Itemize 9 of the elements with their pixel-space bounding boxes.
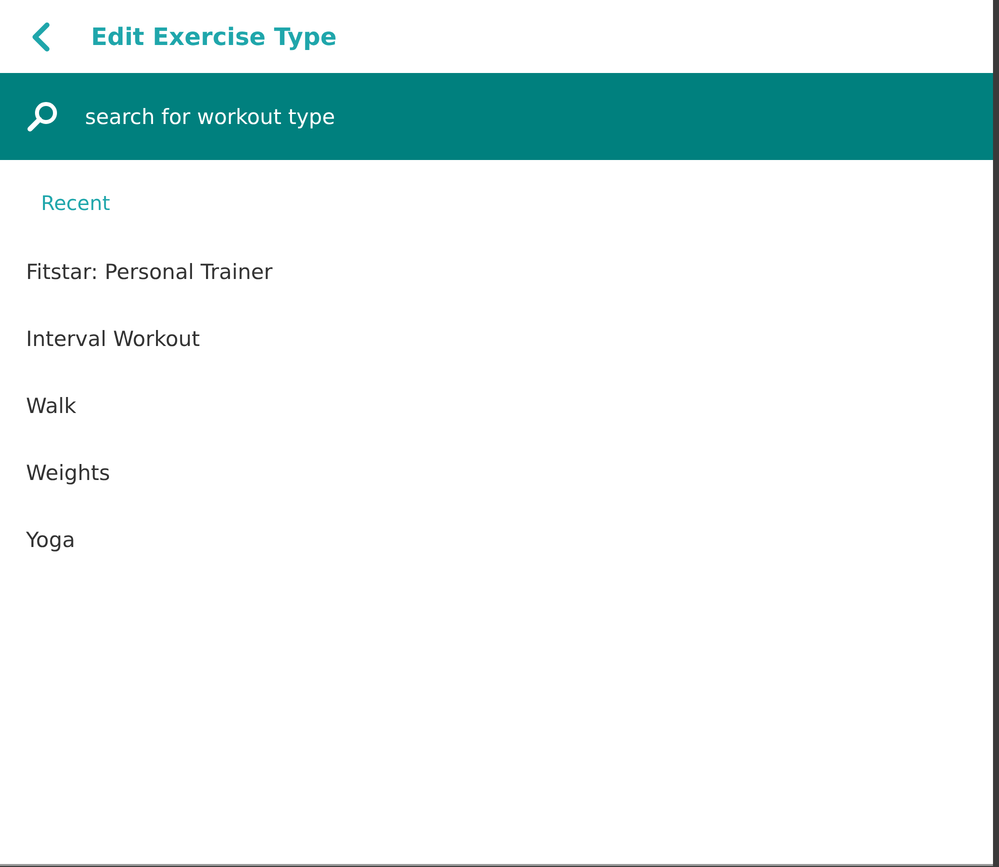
list-item[interactable]: Walk xyxy=(26,394,76,418)
list-item[interactable]: Fitstar: Personal Trainer xyxy=(26,260,273,284)
page-title: Edit Exercise Type xyxy=(91,22,337,50)
list-item[interactable]: Weights xyxy=(26,460,110,484)
list-item[interactable]: Yoga xyxy=(26,528,76,552)
section-heading: Recent xyxy=(40,190,112,216)
search-field[interactable]: search for workout type xyxy=(85,104,685,128)
chevron-left-icon xyxy=(30,22,52,52)
list-item[interactable]: Interval Workout xyxy=(26,326,200,350)
